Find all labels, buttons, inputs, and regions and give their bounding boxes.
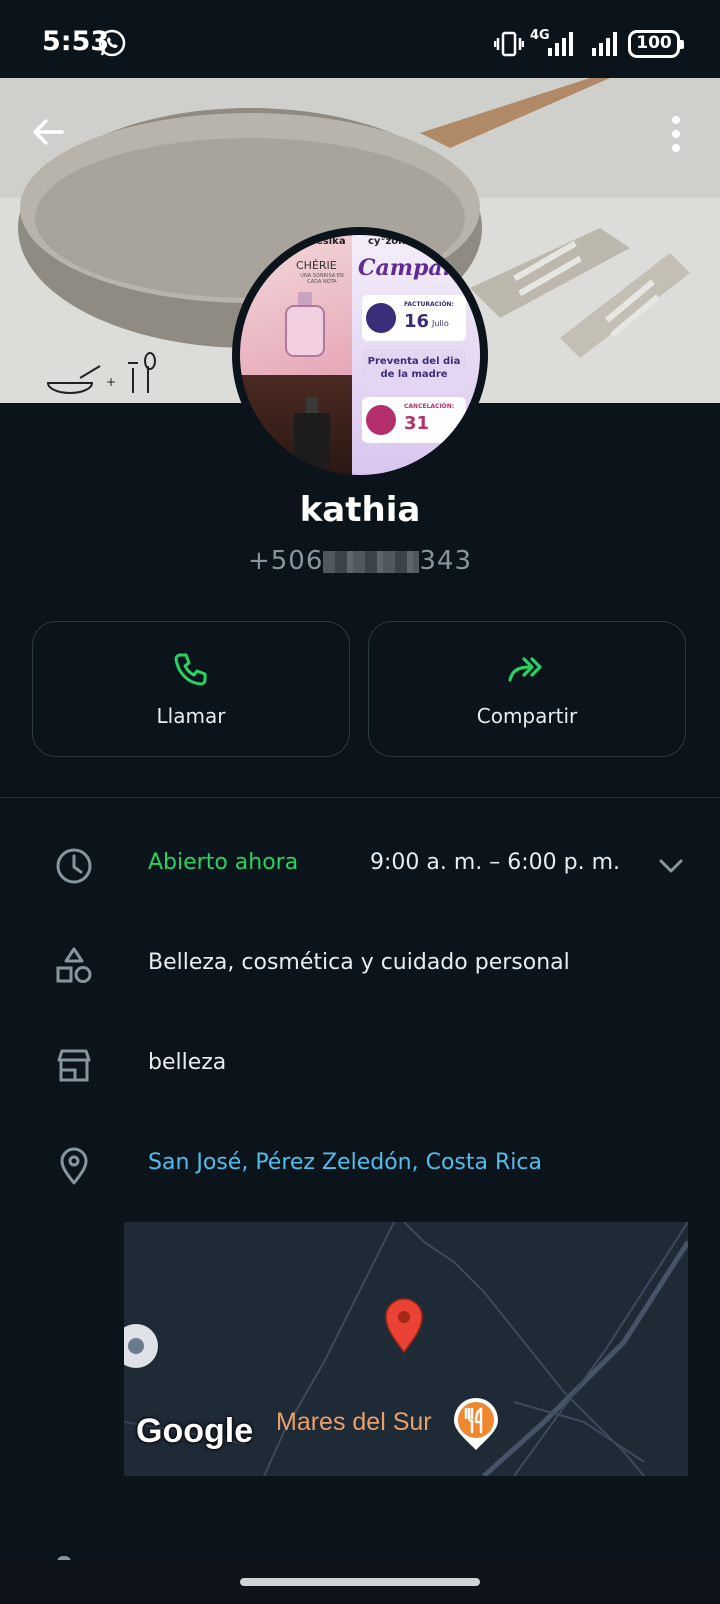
back-arrow-icon[interactable]: [26, 110, 70, 154]
dark-perfume-image: [294, 397, 330, 467]
home-indicator[interactable]: [240, 1578, 480, 1586]
vibrate-icon: [494, 31, 524, 57]
whatsapp-notification-icon: [98, 29, 126, 57]
perfume-bottle-image: [285, 292, 325, 357]
perfume-name: CHÉRIE: [296, 259, 337, 272]
battery-indicator: 100: [628, 30, 684, 58]
more-options-icon[interactable]: [664, 112, 688, 156]
location-map[interactable]: Google Mares del Sur: [124, 1222, 688, 1476]
business-category: Belleza, cosmética y cuidado personal: [148, 950, 570, 975]
map-poi-label[interactable]: Mares del Sur: [276, 1408, 432, 1437]
status-bar: 5:53 4G 100: [0, 0, 720, 78]
billing-card: FACTURACIÓN: 16 Julio: [362, 295, 466, 341]
perfume-tagline: UNA SONRISA EN CADA NOTA: [300, 273, 344, 285]
business-address[interactable]: San José, Pérez Zeledón, Costa Rica: [148, 1150, 542, 1175]
cancel-card: CANCELACIÓN: 31: [362, 397, 466, 443]
share-label: Compartir: [476, 704, 578, 728]
billing-month: Julio: [432, 319, 449, 328]
signal-strength-icon: [548, 32, 573, 56]
cancel-day: 31: [404, 413, 430, 434]
campaign-title: Campaña: [358, 255, 473, 281]
brand-cyzone-logo: cy°zone: [368, 236, 413, 247]
phone-icon: [174, 653, 207, 686]
storefront-icon: [57, 1049, 91, 1082]
billing-label: FACTURACIÓN:: [404, 301, 454, 308]
forward-icon: [508, 657, 542, 682]
call-label: Llamar: [156, 704, 226, 728]
signal-strength-icon-2: [592, 32, 617, 56]
google-logo: Google: [136, 1412, 254, 1450]
category-shapes-icon: [56, 947, 92, 983]
map-marker-icon[interactable]: [384, 1298, 424, 1354]
section-divider: [0, 797, 720, 798]
call-button[interactable]: Llamar: [32, 621, 350, 757]
chevron-down-icon[interactable]: [656, 851, 686, 881]
share-button[interactable]: Compartir: [368, 621, 686, 757]
clock-icon: [56, 848, 92, 884]
presale-card: Preventa del dia de la madre: [362, 349, 466, 389]
profile-name: kathia: [299, 490, 421, 530]
phone-redacted: [323, 550, 420, 573]
hours-status[interactable]: Abierto ahora: [148, 850, 298, 875]
profile-phone: +506 343: [0, 546, 720, 576]
svg-text:+: +: [106, 375, 116, 389]
billing-day: 16: [404, 311, 430, 332]
hours-range[interactable]: 9:00 a. m. – 6:00 p. m.: [370, 850, 620, 875]
location-pin-icon: [60, 1147, 88, 1185]
business-description: belleza: [148, 1050, 227, 1075]
restaurant-poi-icon[interactable]: [452, 1396, 500, 1452]
profile-avatar[interactable]: esika cy°zone CHÉRIE UNA SONRISA EN CADA…: [232, 227, 488, 483]
brand-esika-logo: esika: [316, 236, 346, 247]
phone-suffix: 343: [419, 546, 473, 576]
phone-prefix: +506: [247, 546, 324, 576]
cancel-label: CANCELACIÓN:: [404, 403, 455, 410]
avatar-image: esika cy°zone CHÉRIE UNA SONRISA EN CADA…: [240, 235, 480, 475]
